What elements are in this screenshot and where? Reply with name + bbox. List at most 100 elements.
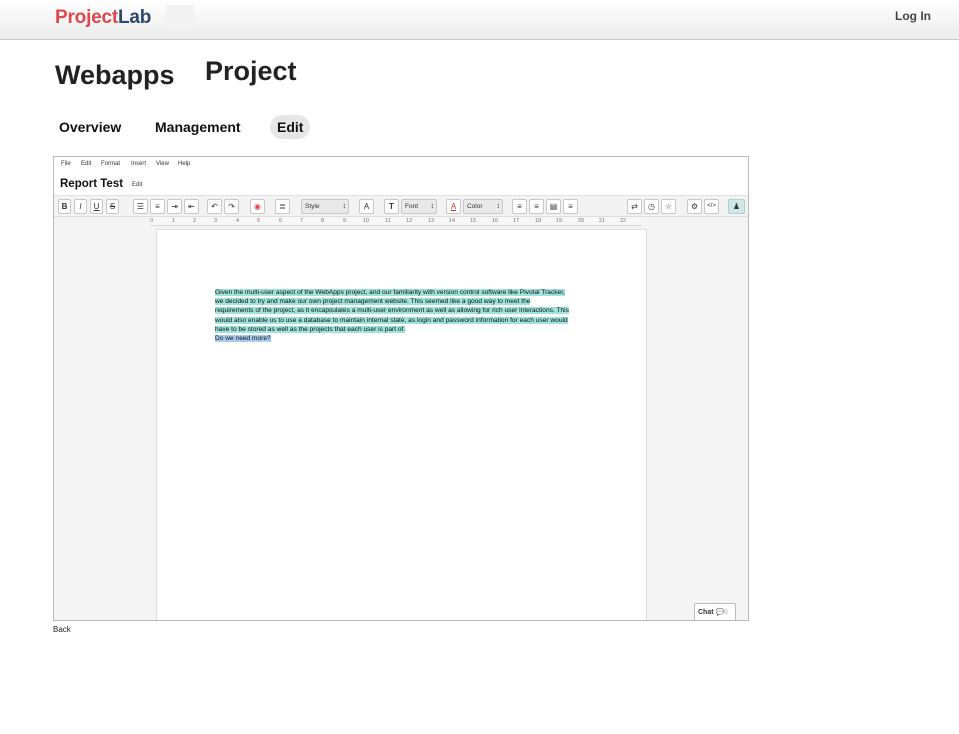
logo-text-project: Project xyxy=(55,7,119,28)
align-center-button[interactable]: ≡ xyxy=(529,199,544,214)
font-color-button[interactable]: A xyxy=(446,199,461,214)
tab-overview[interactable]: Overview xyxy=(55,115,125,139)
strikethrough-button[interactable]: S xyxy=(106,199,119,214)
ruler-tick: 15 xyxy=(470,218,477,224)
ruler-tick: 6 xyxy=(279,218,283,224)
history-button[interactable]: ◷ xyxy=(644,199,659,214)
align-justify-icon: ▤ xyxy=(549,202,558,211)
text-size-icon: A xyxy=(363,202,370,211)
underline-icon: U xyxy=(93,202,100,211)
ruler-tick: 9 xyxy=(343,218,347,224)
body-line: have to be stored as well as the project… xyxy=(215,325,406,333)
ruler-tick: 5 xyxy=(257,218,261,224)
bulleted-list-button[interactable]: ≡ xyxy=(150,199,165,214)
ruler-tick: 2 xyxy=(193,218,197,224)
login-link[interactable]: Log In xyxy=(895,9,931,23)
swap-arrows-icon: ⇄ xyxy=(631,202,638,211)
ruler-tick: 7 xyxy=(300,218,304,224)
color-select[interactable]: Color xyxy=(463,199,503,214)
bulleted-list-icon: ≡ xyxy=(155,202,160,211)
redo-icon: ↷ xyxy=(228,202,235,211)
chat-button[interactable]: Chat 💬0 xyxy=(694,603,736,620)
insert-image-button[interactable]: ◉ xyxy=(250,199,265,214)
user-button[interactable]: ♟ xyxy=(728,199,745,214)
ruler-tick: 8 xyxy=(321,218,325,224)
outdent-icon: ⇤ xyxy=(188,202,195,211)
menu-file[interactable]: File xyxy=(61,161,71,167)
ruler-tick: 11 xyxy=(385,218,391,224)
body-line: requirements of the project, as it encap… xyxy=(215,307,569,315)
ruler-tick: 12 xyxy=(406,218,413,224)
body-line: would also enable us to use a database t… xyxy=(215,316,568,324)
undo-icon: ↶ xyxy=(211,202,218,211)
italic-button[interactable]: I xyxy=(74,199,87,214)
line-spacing-icon: ≣ xyxy=(279,202,286,211)
font-select[interactable]: Font xyxy=(401,199,437,214)
align-center-icon: ≡ xyxy=(534,202,539,211)
favorite-button[interactable]: ☆ xyxy=(661,199,676,214)
body-question: Do we need more? xyxy=(215,335,271,343)
document-body[interactable]: Given the multi-user aspect of the WebAp… xyxy=(215,288,595,343)
outdent-button[interactable]: ⇤ xyxy=(184,199,199,214)
underline-button[interactable]: U xyxy=(90,199,103,214)
indent-icon: ⇥ xyxy=(171,202,178,211)
document-edit-link[interactable]: Edit xyxy=(132,182,142,188)
document-page[interactable]: Given the multi-user aspect of the WebAp… xyxy=(156,229,647,620)
ruler-tick: 20 xyxy=(578,218,585,224)
align-right-icon: ≡ xyxy=(568,202,573,211)
menu-edit[interactable]: Edit xyxy=(81,161,91,167)
body-line: we decided to try and make our own proje… xyxy=(215,298,531,306)
chat-bubble-icon: 💬 xyxy=(715,609,725,616)
logo-placeholder xyxy=(166,5,194,27)
menu-help[interactable]: Help xyxy=(178,161,190,167)
back-link[interactable]: Back xyxy=(53,625,71,634)
menu-insert[interactable]: Insert xyxy=(131,161,146,167)
user-icon: ♟ xyxy=(732,202,741,211)
code-icon: </> xyxy=(707,203,716,209)
formatting-toolbar: B I U S ☰ ≡ ⇥ ⇤ ↶ ↷ ◉ ≣ Style A T Font A… xyxy=(54,195,748,217)
bold-icon: B xyxy=(61,202,68,211)
clock-icon: ◷ xyxy=(648,202,655,211)
tab-management[interactable]: Management xyxy=(151,115,245,139)
align-right-button[interactable]: ≡ xyxy=(563,199,578,214)
top-navbar: ProjectLab Log In xyxy=(0,0,959,40)
text-format-button[interactable]: T xyxy=(384,199,399,214)
body-line: Given the multi-user aspect of the WebAp… xyxy=(215,289,565,296)
ruler-tick: 10 xyxy=(363,218,370,224)
menu-format[interactable]: Format xyxy=(101,161,120,167)
align-justify-button[interactable]: ▤ xyxy=(546,199,561,214)
ruler-tick: 16 xyxy=(492,218,499,224)
source-code-button[interactable]: </> xyxy=(704,199,719,214)
document-title[interactable]: Report Test xyxy=(60,178,123,190)
document-editor: File Edit Format Insert View Help Report… xyxy=(53,156,749,621)
menu-view[interactable]: View xyxy=(156,161,169,167)
numbered-list-button[interactable]: ☰ xyxy=(133,199,148,214)
page-title: Webapps Project xyxy=(55,56,297,91)
ruler: 0 1 2 3 4 5 6 7 8 9 10 11 12 13 14 15 16… xyxy=(150,217,642,226)
redo-button[interactable]: ↷ xyxy=(224,199,239,214)
indent-button[interactable]: ⇥ xyxy=(167,199,182,214)
line-spacing-button[interactable]: ≣ xyxy=(275,199,290,214)
swap-button[interactable]: ⇄ xyxy=(627,199,642,214)
projectlab-logo[interactable]: ProjectLab xyxy=(55,7,151,29)
italic-icon: I xyxy=(79,202,82,211)
ruler-tick: 14 xyxy=(449,218,456,224)
ruler-tick: 3 xyxy=(214,218,218,224)
gear-icon: ⚙ xyxy=(690,202,699,211)
align-left-button[interactable]: ≡ xyxy=(512,199,527,214)
align-left-icon: ≡ xyxy=(517,202,522,211)
font-color-icon: A xyxy=(450,202,457,211)
text-size-button[interactable]: A xyxy=(359,199,374,214)
ruler-tick: 17 xyxy=(513,218,520,224)
bold-button[interactable]: B xyxy=(58,199,71,214)
ruler-tick: 1 xyxy=(172,218,176,224)
style-select[interactable]: Style xyxy=(301,199,349,214)
editor-menubar: File Edit Format Insert View Help xyxy=(54,157,748,173)
settings-button[interactable]: ⚙ xyxy=(687,199,702,214)
logo-text-lab: Lab xyxy=(118,7,152,28)
ruler-tick: 4 xyxy=(236,218,240,224)
undo-button[interactable]: ↶ xyxy=(207,199,222,214)
ruler-tick: 21 xyxy=(599,218,606,224)
tab-edit[interactable]: Edit xyxy=(270,115,311,139)
chat-count: 0 xyxy=(724,610,728,616)
